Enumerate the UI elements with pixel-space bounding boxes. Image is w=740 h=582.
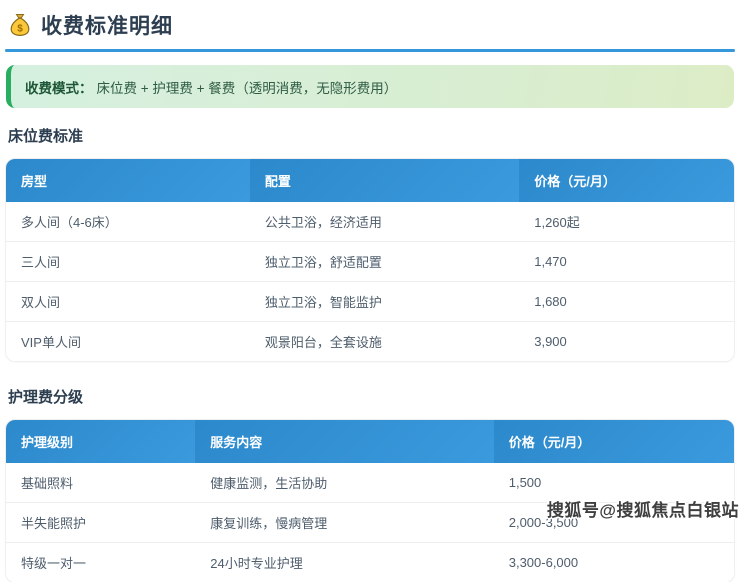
service-cell: 24小时专业护理 xyxy=(195,543,493,582)
fee-model-label: 收费模式： xyxy=(25,81,93,96)
config-cell: 独立卫浴，智能监护 xyxy=(250,282,519,322)
config-cell: 观景阳台，全套设施 xyxy=(250,322,519,361)
section-heading-bed-fee: 床位费标准 xyxy=(8,125,732,146)
care-level-cell: 基础照料 xyxy=(6,463,195,503)
column-header-config: 配置 xyxy=(250,159,519,202)
money-bag-icon: $ xyxy=(8,13,32,37)
room-type-cell: 多人间（4-6床） xyxy=(6,202,250,242)
service-cell: 健康监测，生活协助 xyxy=(195,463,493,503)
room-type-cell: 三人间 xyxy=(6,242,250,282)
table-header-row: 房型 配置 价格（元/月） xyxy=(6,159,734,202)
service-cell: 康复训练，慢病管理 xyxy=(195,503,493,543)
price-cell: 3,900 xyxy=(519,322,734,361)
fee-detail-page: $ 收费标准明细 收费模式： 床位费 + 护理费 + 餐费（透明消费，无隐形费用）… xyxy=(0,0,740,582)
page-title: 收费标准明细 xyxy=(41,10,173,40)
price-cell: 1,470 xyxy=(519,242,734,282)
sohu-watermark: 搜狐号@搜狐焦点白银站 xyxy=(547,496,739,521)
section-heading-care-fee: 护理费分级 xyxy=(8,386,732,407)
column-header-price: 价格（元/月） xyxy=(519,159,734,202)
price-cell: 3,300-6,000 xyxy=(494,543,734,582)
svg-text:$: $ xyxy=(17,24,23,35)
column-header-care-level: 护理级别 xyxy=(6,420,195,463)
table-row: 三人间 独立卫浴，舒适配置 1,470 xyxy=(6,242,734,282)
column-header-room-type: 房型 xyxy=(6,159,250,202)
room-type-cell: 双人间 xyxy=(6,282,250,322)
config-cell: 独立卫浴，舒适配置 xyxy=(250,242,519,282)
column-header-service: 服务内容 xyxy=(195,420,493,463)
bed-fee-table: 房型 配置 价格（元/月） 多人间（4-6床） 公共卫浴，经济适用 1,260起… xyxy=(6,159,734,361)
fee-model-content: 床位费 + 护理费 + 餐费（透明消费，无隐形费用） xyxy=(97,81,398,96)
table-row: 双人间 独立卫浴，智能监护 1,680 xyxy=(6,282,734,322)
title-divider xyxy=(5,49,735,52)
config-cell: 公共卫浴，经济适用 xyxy=(250,202,519,242)
price-cell: 1,680 xyxy=(519,282,734,322)
table-header-row: 护理级别 服务内容 价格（元/月） xyxy=(6,420,734,463)
table-row: 多人间（4-6床） 公共卫浴，经济适用 1,260起 xyxy=(6,202,734,242)
table-row: VIP单人间 观景阳台，全套设施 3,900 xyxy=(6,322,734,361)
price-cell: 1,260起 xyxy=(519,202,734,242)
column-header-price: 价格（元/月） xyxy=(494,420,734,463)
care-level-cell: 半失能照护 xyxy=(6,503,195,543)
fee-model-banner: 收费模式： 床位费 + 护理费 + 餐费（透明消费，无隐形费用） xyxy=(6,65,734,108)
table-row: 特级一对一 24小时专业护理 3,300-6,000 xyxy=(6,543,734,582)
care-level-cell: 特级一对一 xyxy=(6,543,195,582)
room-type-cell: VIP单人间 xyxy=(6,322,250,361)
page-header: $ 收费标准明细 xyxy=(5,8,735,49)
